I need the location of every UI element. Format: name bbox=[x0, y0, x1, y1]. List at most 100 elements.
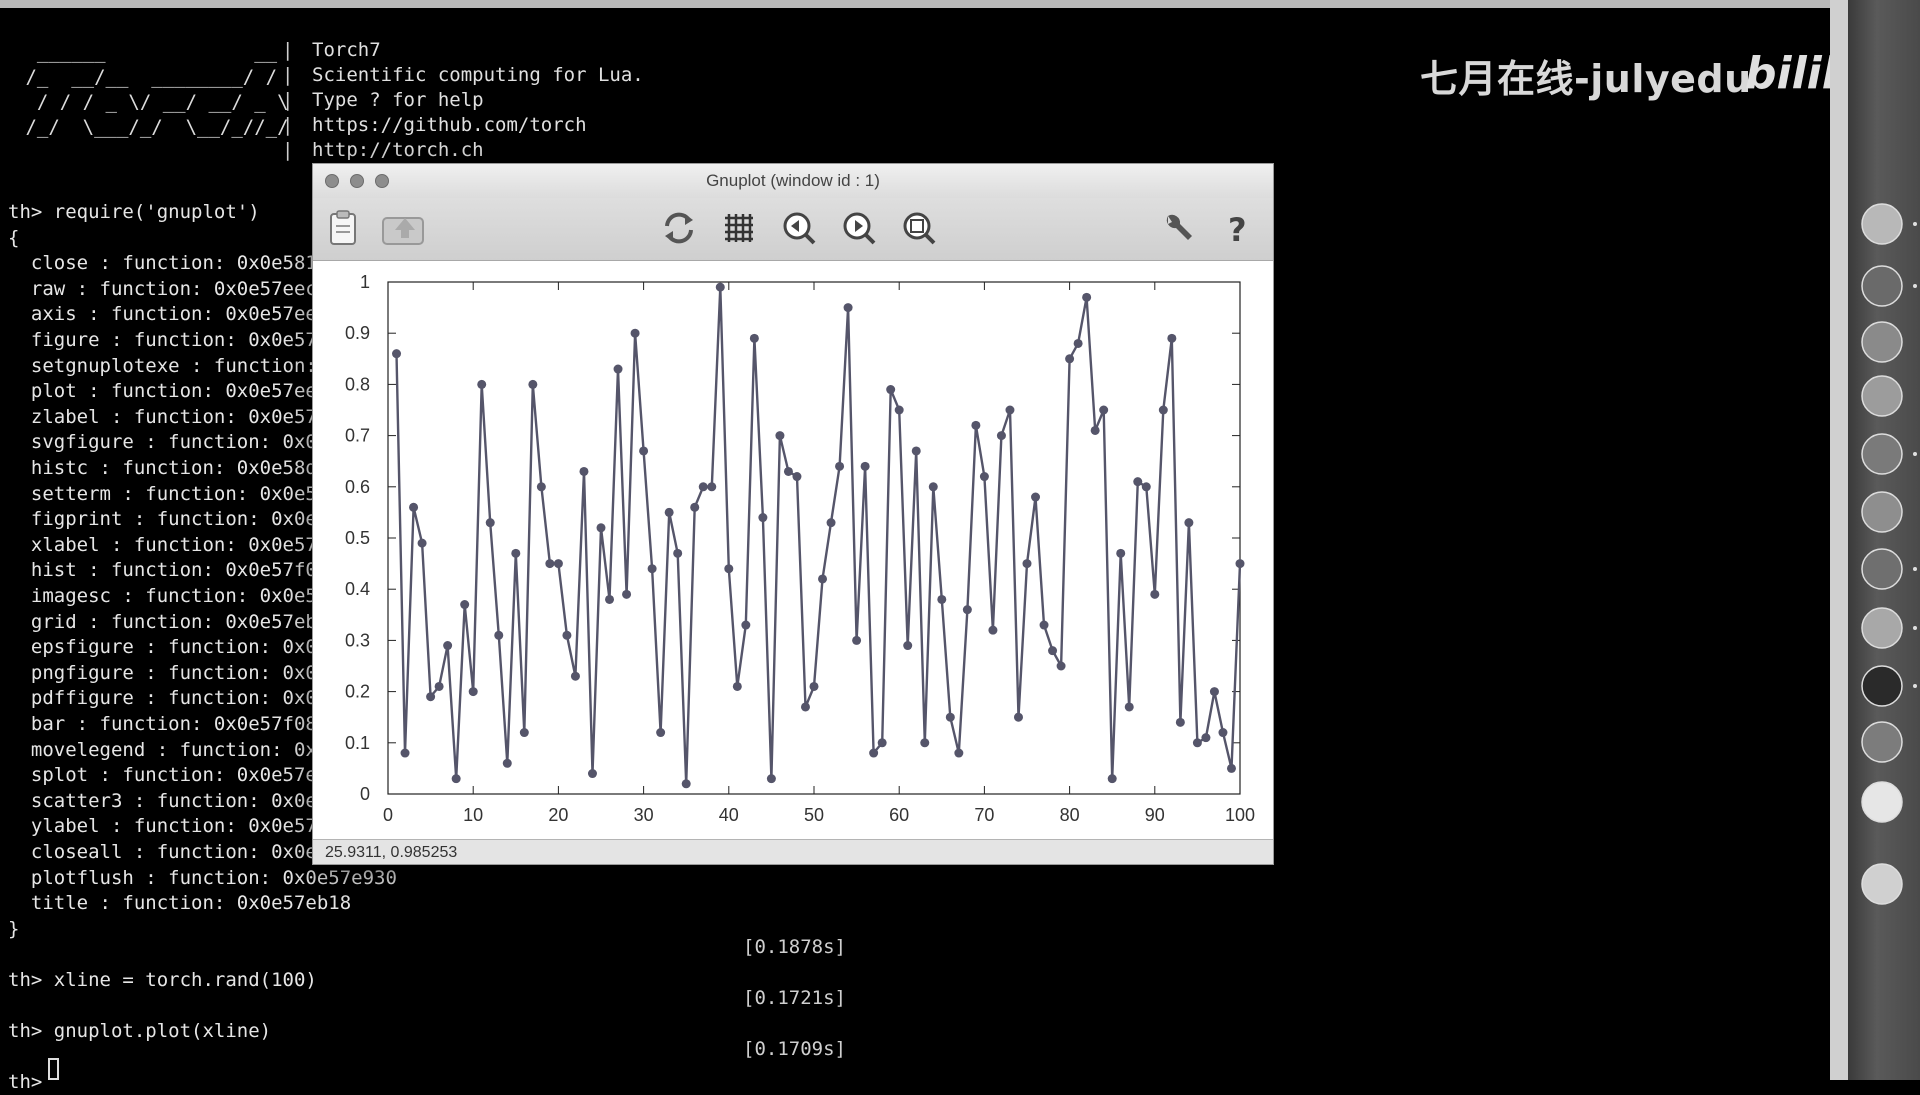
torch-logo-line: / / / _ \/ __/ __/ _ \ bbox=[14, 91, 312, 113]
data-point bbox=[477, 379, 487, 389]
data-point bbox=[1056, 661, 1066, 671]
data-point bbox=[800, 702, 810, 712]
data-point bbox=[587, 769, 597, 779]
terminal-line: th> require('gnuplot') bbox=[8, 201, 260, 223]
data-point bbox=[843, 303, 853, 313]
plot-area[interactable]: 0 10 20 30 40 50 60 70 80 90 100 0 0.1 0.2 0.3 0.4 0.5 0.… bbox=[313, 261, 1273, 839]
cursor-coordinates: 25.9311, 0.985253 bbox=[313, 839, 1273, 864]
x-tick-label: 10 bbox=[463, 805, 483, 825]
zoom-next-button[interactable] bbox=[839, 208, 879, 248]
series-line bbox=[395, 287, 1242, 784]
data-point bbox=[971, 420, 981, 430]
app-store-icon[interactable] bbox=[1858, 430, 1906, 478]
data-point bbox=[835, 461, 845, 471]
data-point bbox=[622, 589, 632, 599]
banner-github-link[interactable]: https://github.com/torch bbox=[312, 113, 587, 138]
data-point bbox=[1141, 482, 1151, 492]
data-point bbox=[690, 502, 700, 512]
gnuplot-window[interactable]: Gnuplot (window id : 1) ? 0 10 20 30 40 … bbox=[312, 163, 1274, 865]
trash-icon[interactable] bbox=[1858, 860, 1906, 908]
data-point bbox=[664, 507, 674, 517]
data-point bbox=[818, 574, 828, 584]
terminal-line: pngfigure : function: 0x0e5 bbox=[8, 661, 340, 684]
data-point bbox=[596, 523, 606, 533]
data-point bbox=[1218, 728, 1228, 738]
terminal-line: imagesc : function: 0x0e57f bbox=[8, 585, 340, 607]
terminal-icon[interactable] bbox=[1858, 662, 1906, 710]
terminal-line: closeall : function: 0x0e58 bbox=[8, 841, 340, 863]
data-point bbox=[1116, 548, 1126, 558]
terminal-line: close : function: 0x0e58111 bbox=[8, 252, 340, 275]
terminal-line: histc : function: 0x0e58ddf bbox=[8, 457, 340, 479]
y-tick-label: 0.2 bbox=[345, 682, 370, 702]
zoom-previous-button[interactable] bbox=[779, 208, 819, 248]
data-point bbox=[903, 641, 913, 651]
timing-label: [0.1709s] bbox=[743, 1038, 846, 1060]
data-point bbox=[392, 349, 402, 359]
banner-website-link[interactable]: http://torch.ch bbox=[312, 138, 484, 163]
data-point bbox=[519, 728, 529, 738]
autoscale-button[interactable] bbox=[899, 208, 939, 248]
data-point bbox=[1031, 492, 1041, 502]
data-point bbox=[630, 328, 640, 338]
finder-icon[interactable] bbox=[1858, 200, 1906, 248]
preview-icon[interactable] bbox=[1858, 372, 1906, 420]
data-point bbox=[647, 564, 657, 574]
system-preferences-icon[interactable] bbox=[1858, 545, 1906, 593]
running-indicator bbox=[1913, 684, 1917, 688]
xcode-icon[interactable] bbox=[1858, 488, 1906, 536]
data-point bbox=[1022, 559, 1032, 569]
y-tick-label: 0.1 bbox=[345, 733, 370, 753]
y-tick-label: 0.5 bbox=[345, 528, 370, 548]
y-tick-label: 0.9 bbox=[345, 323, 370, 343]
data-point bbox=[1082, 292, 1092, 302]
data-point bbox=[1192, 738, 1202, 748]
autoscale-icon bbox=[903, 212, 936, 245]
terminal-line: th> gnuplot.plot(xline) bbox=[8, 1020, 272, 1043]
line-chart: 0 10 20 30 40 50 60 70 80 90 100 0 0.1 0.2 0.3 0.4 0.5 0.… bbox=[345, 272, 1255, 825]
terminal-line: hist : function: 0x0e57f0a0 bbox=[8, 559, 340, 582]
x-tick-label: 0 bbox=[383, 805, 393, 825]
data-point bbox=[724, 564, 734, 574]
banner-separator: | bbox=[282, 39, 294, 61]
watermark-text: 七月在线-julyedu bbox=[1420, 57, 1752, 101]
banner-help: Type ? for help bbox=[312, 89, 484, 111]
data-point bbox=[409, 502, 419, 512]
terminal-line: zlabel : function: 0x0e57ea bbox=[8, 405, 340, 428]
copy-to-clipboard-button[interactable] bbox=[323, 208, 363, 248]
data-point bbox=[1124, 702, 1134, 712]
window-titlebar[interactable]: Gnuplot (window id : 1) bbox=[313, 164, 1273, 198]
running-indicator bbox=[1913, 452, 1917, 456]
data-point bbox=[553, 559, 563, 569]
launchpad-icon[interactable] bbox=[1858, 318, 1906, 366]
document-icon[interactable] bbox=[1858, 778, 1906, 826]
quicktime-icon[interactable] bbox=[1858, 718, 1906, 766]
help-button[interactable]: ? bbox=[1218, 208, 1258, 249]
terminal-line: { bbox=[8, 226, 20, 249]
data-point bbox=[1158, 405, 1168, 415]
help-icon: ? bbox=[1228, 211, 1247, 249]
data-point bbox=[417, 538, 427, 548]
terminal-line: bar : function: 0x0e57f080 bbox=[8, 713, 329, 735]
export-button[interactable] bbox=[381, 208, 424, 248]
data-point bbox=[673, 548, 683, 558]
x-tick-label: 100 bbox=[1225, 805, 1255, 825]
data-point bbox=[954, 748, 964, 758]
replot-button[interactable] bbox=[659, 208, 699, 248]
terminal-line: epsfigure : function: 0x0e5 bbox=[8, 636, 340, 659]
terminal-line: svgfigure : function: 0x0e5 bbox=[8, 431, 340, 454]
chrome-icon[interactable] bbox=[1858, 604, 1906, 652]
data-point bbox=[937, 594, 947, 604]
x-tick-label: 50 bbox=[804, 805, 824, 825]
settings-button[interactable] bbox=[1158, 208, 1198, 248]
banner-description: Scientific computing for Lua. bbox=[312, 64, 644, 86]
terminal-line: ylabel : function: 0x0e57ea bbox=[8, 815, 340, 838]
terminal-cursor[interactable] bbox=[48, 1058, 59, 1080]
export-icon bbox=[382, 217, 424, 245]
terminal-line: pdffigure : function: 0x0e5 bbox=[8, 687, 340, 710]
data-point bbox=[988, 625, 998, 635]
data-point bbox=[1039, 620, 1049, 630]
x-tick-label: 30 bbox=[634, 805, 654, 825]
toggle-grid-button[interactable] bbox=[719, 208, 759, 248]
dashboard-icon[interactable] bbox=[1858, 262, 1906, 310]
